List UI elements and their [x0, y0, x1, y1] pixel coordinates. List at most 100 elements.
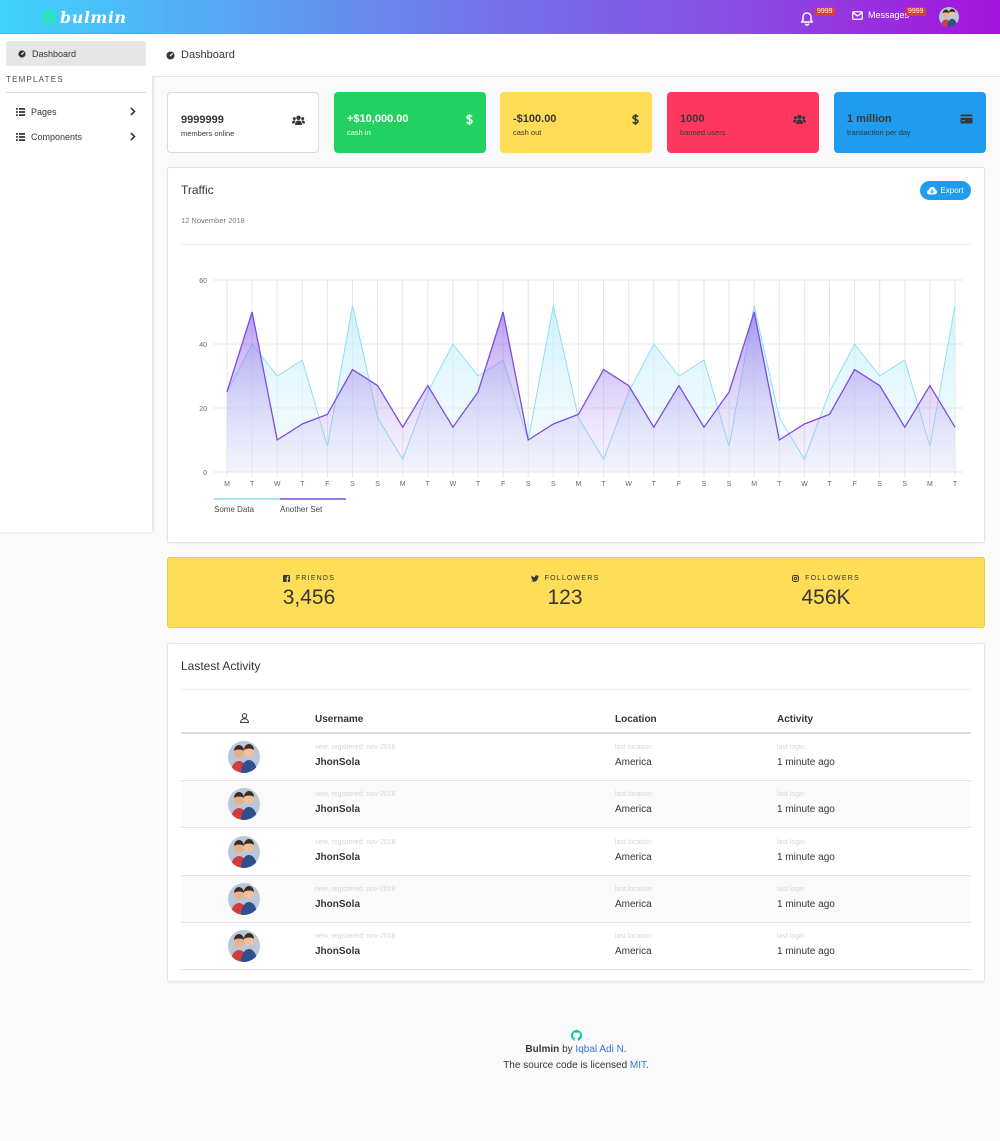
location: America	[615, 804, 652, 816]
footer-period: .	[623, 1044, 627, 1055]
avatar	[228, 882, 260, 915]
x-tick-label: M	[927, 481, 933, 488]
avatar	[228, 930, 260, 963]
activity-time: 1 minute ago	[777, 898, 835, 910]
y-tick-label: 60	[199, 278, 207, 285]
stat-label: cash in	[347, 128, 371, 137]
social-label: FOLLOWERS	[544, 575, 600, 582]
y-tick-label: 0	[203, 470, 207, 477]
activity-note: last login	[777, 838, 805, 846]
user-registered-note: new, registered: nov-2018	[315, 791, 396, 799]
page-header: Dashboard	[152, 34, 1000, 77]
sidebar-section-label: TEMPLATES	[6, 75, 64, 84]
stat-label: transaction per day	[847, 128, 911, 137]
column-header-activity[interactable]: Activity	[777, 714, 813, 725]
activity-note: last login	[777, 744, 805, 751]
table-row[interactable]: new, registered: nov-2018 JhonSola last lo…	[181, 875, 971, 923]
table-row[interactable]: new, registered: nov-2018 JhonSola last lo…	[181, 734, 971, 781]
users-icon	[793, 114, 806, 124]
avatar[interactable]	[939, 7, 959, 27]
list-icon	[16, 108, 25, 116]
user-registered-note: new, registered: nov-2018	[315, 933, 396, 941]
x-tick-label: S	[877, 481, 882, 488]
x-tick-label: S	[375, 481, 380, 488]
user-registered-note: new, registered: nov-2018	[315, 744, 396, 751]
x-tick-label: W	[274, 481, 281, 488]
navbar: bulmin 9999 Messages 9999	[0, 0, 1000, 34]
stat-label: cash out	[513, 128, 542, 137]
footer-period: .	[646, 1060, 649, 1071]
x-tick-label: M	[224, 481, 230, 488]
legend-label: Some Data	[214, 505, 255, 514]
page-title: Dashboard	[181, 49, 235, 61]
table-row[interactable]: new, registered: nov-2018 JhonSola last lo…	[181, 829, 971, 876]
x-tick-label: T	[250, 481, 255, 488]
activity-note: last login	[777, 933, 805, 941]
social-instagram: FOLLOWERS 456K	[690, 558, 962, 629]
activity-time: 1 minute ago	[777, 851, 835, 863]
x-tick-label: T	[476, 481, 481, 488]
username: JhonSola	[315, 757, 361, 768]
location-note: last location	[615, 885, 652, 893]
stat-card-members: 9999999 members online	[167, 92, 319, 153]
x-tick-label: T	[426, 481, 431, 488]
location: America	[615, 851, 652, 863]
chevron-right-icon	[130, 107, 136, 116]
sidebar-item-dashboard[interactable]: Dashboard	[6, 41, 146, 66]
footer-license-text: The source code is licensed	[503, 1060, 630, 1071]
stat-value: 1000	[680, 113, 705, 125]
activity-note: last login	[777, 791, 805, 799]
sidebar-item-pages[interactable]: Pages	[16, 104, 136, 120]
username: JhonSola	[315, 804, 361, 816]
social-twitter: FOLLOWERS 123	[429, 558, 701, 629]
credit-card-icon	[960, 114, 973, 124]
x-tick-label: F	[852, 481, 856, 488]
x-tick-label: W	[450, 481, 457, 488]
y-tick-label: 40	[199, 342, 207, 349]
y-tick-label: 20	[199, 406, 207, 413]
table-row[interactable]: new, registered: nov-2018 JhonSola last lo…	[181, 923, 971, 971]
x-tick-label: S	[526, 481, 531, 488]
messages-link[interactable]: Messages	[852, 10, 909, 20]
avatar	[228, 741, 260, 773]
table-row[interactable]: new, registered: nov-2018 JhonSola last lo…	[181, 781, 971, 829]
sidebar-item-components[interactable]: Components	[16, 129, 136, 145]
social-stats-bar: FRIENDS 3,456 FOLLOWERS 123 FOLLOWERS 45…	[167, 557, 985, 628]
x-tick-label: T	[601, 481, 606, 488]
footer-license-link[interactable]: MIT	[630, 1060, 646, 1071]
x-tick-label: T	[827, 481, 832, 488]
legend-label: Another Set	[280, 505, 323, 514]
stat-value: +$10,000.00	[347, 113, 409, 125]
footer-author-link[interactable]: Iqbal Adi N	[575, 1044, 623, 1055]
column-header-username[interactable]: Username	[315, 714, 363, 725]
avatar	[228, 788, 260, 821]
social-label: FOLLOWERS	[805, 575, 860, 582]
list-icon	[16, 133, 25, 141]
column-header-location[interactable]: Location	[615, 714, 657, 725]
location-note: last location	[615, 933, 652, 941]
x-tick-label: S	[902, 481, 907, 488]
dashboard-icon	[166, 50, 175, 60]
dollar-icon	[466, 114, 473, 125]
social-value: 123	[547, 586, 583, 609]
bell-icon[interactable]	[799, 11, 815, 27]
users-icon	[292, 115, 305, 125]
brand[interactable]: bulmin	[42, 7, 127, 27]
stat-label: banned users	[680, 128, 726, 137]
x-tick-label: T	[652, 481, 657, 488]
traffic-card: Traffic 12 November 2018 Export 0 20 40 60 M…	[167, 167, 985, 543]
activity-time: 1 minute ago	[777, 757, 835, 768]
footer: Bulmin by Iqbal Adi N. The source code i…	[152, 1030, 1000, 1074]
github-icon[interactable]	[570, 1030, 582, 1041]
stat-value: 1 million	[847, 113, 892, 125]
x-tick-label: W	[625, 481, 632, 488]
dashboard-icon	[18, 49, 26, 58]
location-note: last location	[615, 744, 652, 751]
x-tick-label: F	[677, 481, 681, 488]
user-icon	[240, 713, 249, 723]
avatar	[228, 835, 260, 868]
location: America	[615, 898, 652, 910]
x-tick-label: M	[751, 481, 757, 488]
x-tick-label: T	[953, 481, 958, 488]
stat-label: members online	[181, 129, 235, 138]
